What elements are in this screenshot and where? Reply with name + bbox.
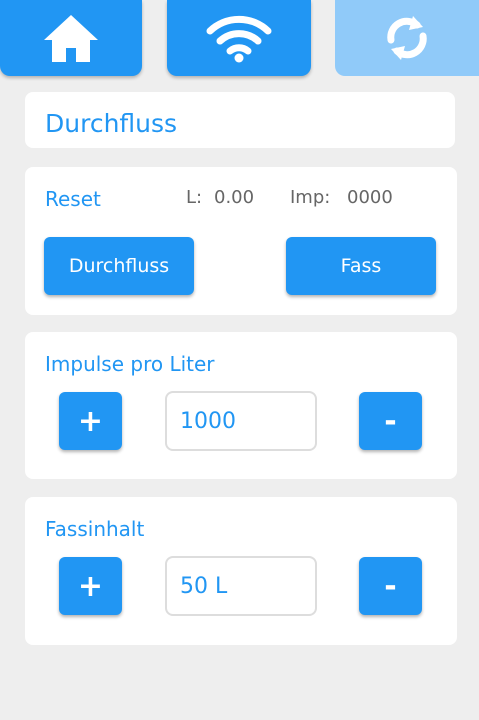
liters-label: L: (186, 187, 203, 208)
wifi-button[interactable] (167, 0, 311, 76)
liters-value: 0.00 (214, 187, 255, 208)
sync-icon (387, 16, 427, 60)
capacity-card: Fassinhalt + 50 L - (25, 497, 457, 645)
capacity-label: Fassinhalt (45, 517, 145, 541)
impulse-label: Impulse pro Liter (45, 352, 215, 376)
reset-durchfluss-button[interactable]: Durchfluss (44, 237, 194, 295)
wifi-icon (206, 15, 272, 63)
capacity-minus-button[interactable]: - (359, 557, 422, 615)
impulse-input[interactable]: 1000 (165, 391, 317, 451)
page-title: Durchfluss (45, 109, 178, 138)
impulse-plus-button[interactable]: + (59, 392, 122, 450)
sync-button[interactable] (335, 0, 479, 76)
home-button[interactable] (0, 0, 142, 76)
reset-fass-button[interactable]: Fass (286, 237, 436, 295)
impulse-minus-button[interactable]: - (359, 392, 422, 450)
home-icon (44, 15, 98, 62)
impulse-card: Impulse pro Liter + 1000 - (25, 332, 457, 479)
capacity-plus-button[interactable]: + (59, 557, 122, 615)
impulses-label: Imp: (290, 187, 331, 208)
capacity-input[interactable]: 50 L (165, 556, 317, 616)
reset-label: Reset (45, 187, 101, 211)
impulses-value: 0000 (347, 187, 393, 208)
title-card: Durchfluss (25, 92, 455, 148)
reset-card: Reset L: 0.00 Imp: 0000 Durchfluss Fass (25, 167, 457, 315)
